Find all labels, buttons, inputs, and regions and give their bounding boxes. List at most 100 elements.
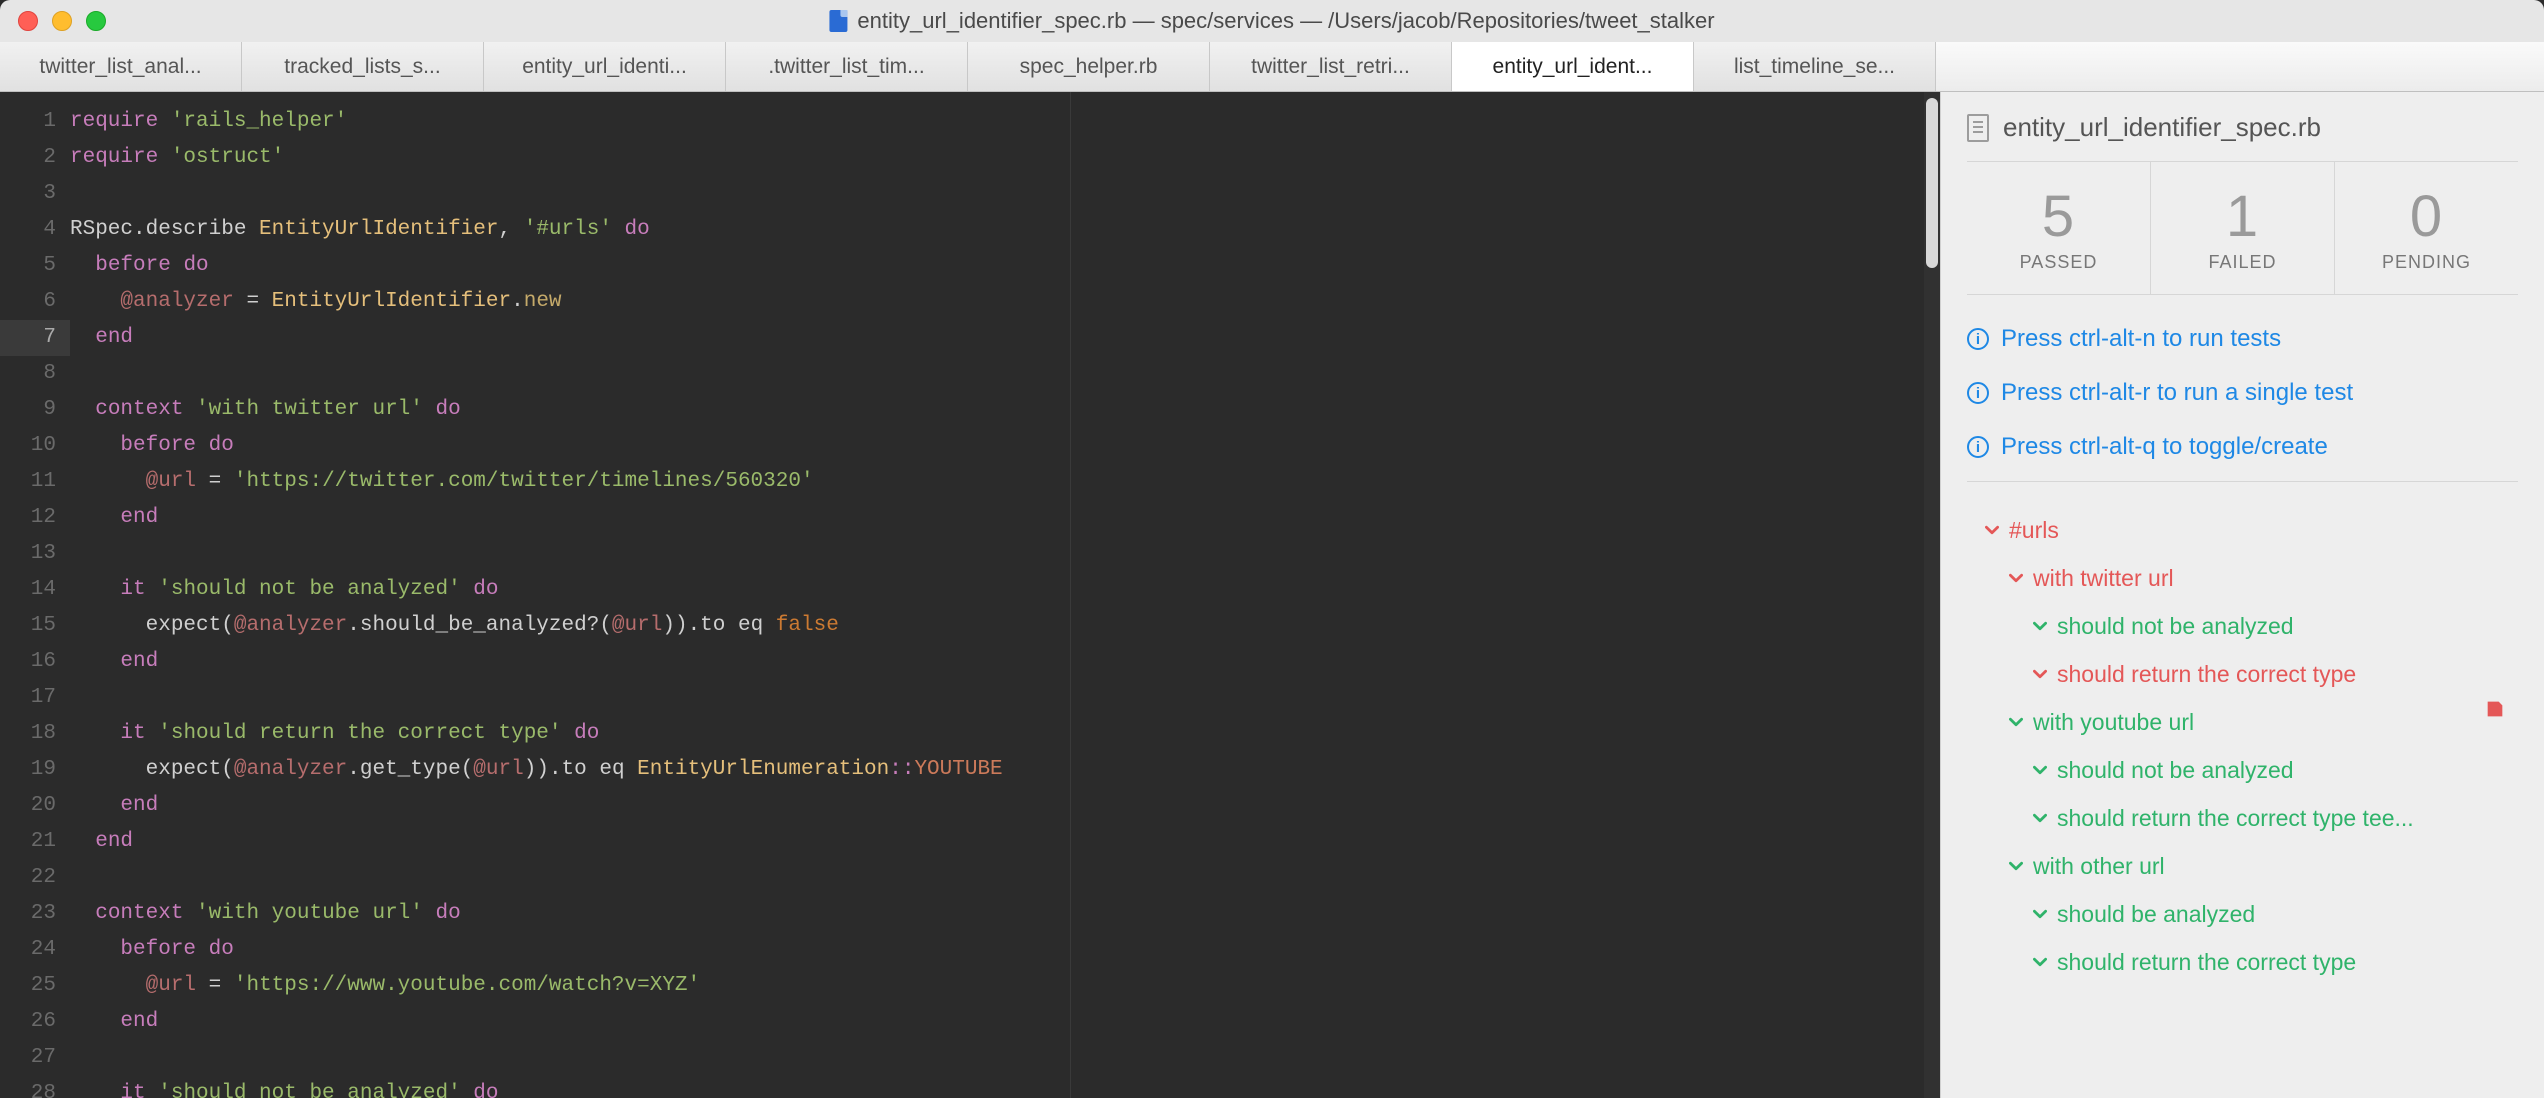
code-line[interactable]: end (70, 644, 1940, 680)
test-node-6[interactable]: should return the correct type tee... (1967, 794, 2518, 842)
document-icon (1967, 114, 1989, 142)
file-icon (829, 10, 847, 32)
code-line[interactable]: before do (70, 248, 1940, 284)
code-content[interactable]: require 'rails_helper'require 'ostruct' … (70, 92, 1940, 1098)
chevron-down-icon (2009, 843, 2023, 890)
scrollbar-thumb[interactable] (1926, 98, 1938, 268)
code-line[interactable]: expect(@analyzer.should_be_analyzed?(@ur… (70, 608, 1940, 644)
tab-4[interactable]: spec_helper.rb (968, 42, 1210, 91)
line-number: 21 (0, 824, 56, 860)
stat-pending: 0 PENDING (2334, 162, 2518, 294)
code-line[interactable]: before do (70, 932, 1940, 968)
line-number: 17 (0, 680, 56, 716)
hint-1[interactable]: iPress ctrl-alt-r to run a single test (1967, 379, 2518, 407)
line-number: 1 (0, 104, 56, 140)
code-line[interactable]: it 'should not be analyzed' do (70, 572, 1940, 608)
test-node-4[interactable]: with youtube url (1967, 698, 2518, 746)
hint-text: Press ctrl-alt-q to toggle/create (2001, 433, 2328, 461)
vertical-scrollbar[interactable] (1924, 92, 1940, 1098)
code-line[interactable]: end (70, 500, 1940, 536)
hint-text: Press ctrl-alt-r to run a single test (2001, 379, 2353, 407)
code-line[interactable]: end (70, 320, 1940, 356)
test-node-1[interactable]: with twitter url (1967, 554, 2518, 602)
code-line[interactable] (70, 176, 1940, 212)
stat-passed-value: 5 (2042, 183, 2075, 250)
tab-7[interactable]: list_timeline_se... (1694, 42, 1936, 91)
test-node-5[interactable]: should not be analyzed (1967, 746, 2518, 794)
test-stats: 5 PASSED 1 FAILED 0 PENDING (1967, 161, 2518, 295)
window-titlebar: entity_url_identifier_spec.rb — spec/ser… (0, 0, 2544, 42)
code-line[interactable]: @url = 'https://twitter.com/twitter/time… (70, 464, 1940, 500)
test-node-0[interactable]: #urls (1967, 506, 2518, 554)
tab-1[interactable]: tracked_lists_s... (242, 42, 484, 91)
test-node-label: #urls (2009, 506, 2059, 554)
hint-0[interactable]: iPress ctrl-alt-n to run tests (1967, 325, 2518, 353)
minimize-window-button[interactable] (52, 11, 72, 31)
line-number: 25 (0, 968, 56, 1004)
maximize-window-button[interactable] (86, 11, 106, 31)
code-line[interactable]: end (70, 824, 1940, 860)
line-number: 9 (0, 392, 56, 428)
tab-bar: twitter_list_anal...tracked_lists_s...en… (0, 42, 2544, 92)
code-editor[interactable]: 1234567891011121314151617181920212223242… (0, 92, 1940, 1098)
chevron-down-icon (2033, 795, 2047, 842)
code-line[interactable]: it 'should not be analyzed' do (70, 1076, 1940, 1098)
test-node-label: should return the correct type tee... (2057, 794, 2414, 842)
line-number: 7 (0, 320, 70, 356)
chevron-down-icon (2033, 603, 2047, 650)
stat-failed: 1 FAILED (2150, 162, 2334, 294)
stat-pending-value: 0 (2410, 183, 2443, 250)
line-number: 15 (0, 608, 56, 644)
code-line[interactable]: context 'with twitter url' do (70, 392, 1940, 428)
code-line[interactable]: RSpec.describe EntityUrlIdentifier, '#ur… (70, 212, 1940, 248)
code-line[interactable]: end (70, 788, 1940, 824)
line-number: 24 (0, 932, 56, 968)
main-area: 1234567891011121314151617181920212223242… (0, 92, 2544, 1098)
tab-2[interactable]: entity_url_identi... (484, 42, 726, 91)
test-node-7[interactable]: with other url (1967, 842, 2518, 890)
test-panel: entity_url_identifier_spec.rb 5 PASSED 1… (1940, 92, 2544, 1098)
code-line[interactable]: @analyzer = EntityUrlIdentifier.new (70, 284, 1940, 320)
test-node-label: should be analyzed (2057, 890, 2255, 938)
tab-0[interactable]: twitter_list_anal... (0, 42, 242, 91)
code-line[interactable] (70, 356, 1940, 392)
line-number-gutter: 1234567891011121314151617181920212223242… (0, 92, 70, 1098)
test-node-8[interactable]: should be analyzed (1967, 890, 2518, 938)
code-line[interactable]: before do (70, 428, 1940, 464)
line-number: 28 (0, 1076, 56, 1098)
code-line[interactable] (70, 680, 1940, 716)
line-number: 27 (0, 1040, 56, 1076)
code-line[interactable]: require 'ostruct' (70, 140, 1940, 176)
code-line[interactable]: it 'should return the correct type' do (70, 716, 1940, 752)
code-line[interactable]: end (70, 1004, 1940, 1040)
tab-6[interactable]: entity_url_ident... (1452, 42, 1694, 91)
test-panel-title: entity_url_identifier_spec.rb (2003, 112, 2321, 143)
window-controls (18, 11, 106, 31)
code-line[interactable] (70, 536, 1940, 572)
code-line[interactable]: require 'rails_helper' (70, 104, 1940, 140)
test-node-label: with twitter url (2033, 554, 2174, 602)
close-window-button[interactable] (18, 11, 38, 31)
test-node-label: should return the correct type (2057, 938, 2356, 986)
tab-3[interactable]: .twitter_list_tim... (726, 42, 968, 91)
line-number: 5 (0, 248, 56, 284)
hint-2[interactable]: iPress ctrl-alt-q to toggle/create (1967, 433, 2518, 461)
test-node-3[interactable]: should return the correct type (1967, 650, 2518, 698)
chevron-down-icon (1985, 507, 1999, 554)
code-line[interactable]: context 'with youtube url' do (70, 896, 1940, 932)
line-number: 10 (0, 428, 56, 464)
code-line[interactable] (70, 1040, 1940, 1076)
test-node-9[interactable]: should return the correct type (1967, 938, 2518, 986)
tab-5[interactable]: twitter_list_retri... (1210, 42, 1452, 91)
stat-passed-label: PASSED (2020, 252, 2098, 273)
code-line[interactable]: expect(@analyzer.get_type(@url)).to eq E… (70, 752, 1940, 788)
chevron-down-icon (2009, 699, 2023, 746)
stat-failed-label: FAILED (2208, 252, 2276, 273)
code-line[interactable] (70, 860, 1940, 896)
test-node-2[interactable]: should not be analyzed (1967, 602, 2518, 650)
code-line[interactable]: @url = 'https://www.youtube.com/watch?v=… (70, 968, 1940, 1004)
line-number: 20 (0, 788, 56, 824)
chevron-down-icon (2033, 651, 2047, 698)
chevron-down-icon (2033, 891, 2047, 938)
window-title: entity_url_identifier_spec.rb — spec/ser… (829, 8, 1714, 34)
